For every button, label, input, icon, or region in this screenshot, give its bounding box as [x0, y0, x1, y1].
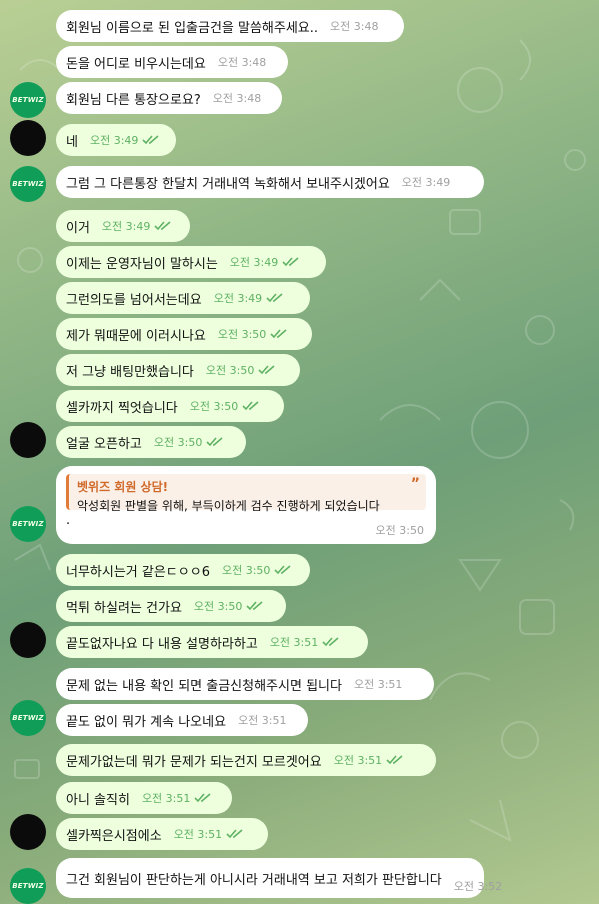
brand-logo-text: BETWIZ: [12, 96, 44, 104]
message-time: 오전 3:49: [401, 176, 451, 189]
message-time: 오전 3:51: [142, 790, 212, 806]
message-time: 오전 3:50: [218, 326, 288, 342]
user-avatar[interactable]: [10, 814, 46, 850]
read-checkmark-icon: [266, 293, 283, 303]
message-text: 이거: [66, 220, 90, 236]
message-text: 이제는 운영자님이 말하시는: [66, 256, 218, 272]
message-time: 오전 3:48: [330, 20, 379, 33]
user-avatar[interactable]: [10, 622, 46, 658]
message-time: 오전 3:50: [222, 562, 292, 578]
message-text: 저 그냥 배팅만했습니다: [66, 364, 194, 380]
brand-logo-text: BETWIZ: [12, 714, 44, 722]
message-bubble[interactable]: 얼굴 오픈하고 오전 3:50: [56, 426, 246, 458]
message-time: 오전 3:51: [174, 826, 244, 842]
message-text: 문제 없는 내용 확인 되면 출금신청해주시면 됩니다: [66, 678, 342, 694]
message-time: 오전 3:51: [353, 678, 403, 691]
message-text: 문제가없는데 뭐가 문제가 되는건지 모르겟어요: [66, 754, 322, 770]
message-text: 얼굴 오픈하고: [66, 436, 142, 452]
message-bubble[interactable]: 회원님 다른 통장으로요? 오전 3:48: [56, 82, 282, 114]
message-time: 오전 3:48: [217, 56, 267, 69]
support-avatar[interactable]: BETWIZ: [10, 868, 46, 904]
message-time: 오전 3:51: [270, 634, 340, 650]
read-checkmark-icon: [274, 565, 291, 575]
read-checkmark-icon: [142, 135, 159, 145]
quote-icon: ”: [410, 476, 420, 492]
message-time: 오전 3:50: [375, 524, 424, 537]
message-text: 아니 솔직히: [66, 792, 130, 808]
message-time: 오전 3:52: [453, 880, 503, 893]
read-checkmark-icon: [386, 755, 403, 765]
message-time: 오전 3:49: [90, 132, 160, 148]
message-bubble[interactable]: 제가 뭐때문에 이러시나요 오전 3:50: [56, 318, 312, 350]
message-bubble[interactable]: 먹튀 하실려는 건가요 오전 3:50: [56, 590, 286, 622]
message-text: 그런의도를 넘어서는데요: [66, 292, 202, 308]
message-time: 오전 3:50: [154, 434, 224, 450]
support-avatar[interactable]: BETWIZ: [10, 700, 46, 736]
quoted-message-bubble[interactable]: 벳위즈 회원 상담! 악성회원 판별을 위해, 부득이하게 검수 진행하게 되었…: [56, 466, 436, 544]
message-bubble[interactable]: 끝도 없이 뭐가 계속 나오네요 오전 3:51: [56, 704, 308, 736]
message-bubble[interactable]: 그런의도를 넘어서는데요 오전 3:49: [56, 282, 310, 314]
user-avatar[interactable]: [10, 422, 46, 458]
quote-block[interactable]: 벳위즈 회원 상담! 악성회원 판별을 위해, 부득이하게 검수 진행하게 되었…: [66, 474, 426, 513]
message-bubble[interactable]: 문제 없는 내용 확인 되면 출금신청해주시면 됩니다 오전 3:51: [56, 668, 434, 700]
read-checkmark-icon: [154, 221, 171, 231]
read-checkmark-icon: [258, 365, 275, 375]
support-avatar[interactable]: BETWIZ: [10, 82, 46, 118]
message-text: 먹튀 하실려는 건가요: [66, 600, 182, 616]
message-time: 오전 3:50: [206, 362, 276, 378]
message-bubble[interactable]: 이거 오전 3:49: [56, 210, 190, 242]
message-time: 오전 3:49: [102, 218, 172, 234]
quote-title: 벳위즈 회원 상담!: [77, 480, 169, 494]
read-checkmark-icon: [282, 257, 299, 267]
read-checkmark-icon: [246, 601, 263, 611]
message-time: 오전 3:50: [194, 598, 264, 614]
read-checkmark-icon: [226, 829, 243, 839]
message-text: 네: [66, 134, 78, 150]
read-checkmark-icon: [270, 329, 287, 339]
message-bubble[interactable]: 이제는 운영자님이 말하시는 오전 3:49: [56, 246, 326, 278]
message-time: 오전 3:49: [214, 290, 284, 306]
message-text: .: [66, 513, 71, 528]
message-time: 오전 3:48: [212, 92, 262, 105]
message-bubble[interactable]: 아니 솔직히 오전 3:51: [56, 782, 232, 814]
message-time: 오전 3:51: [238, 714, 287, 727]
brand-logo-text: BETWIZ: [12, 520, 44, 528]
read-checkmark-icon: [206, 437, 223, 447]
message-bubble[interactable]: 회원님 이름으로 된 입출금건을 말씀해주세요.. 오전 3:48: [56, 10, 404, 42]
message-time: 오전 3:50: [190, 398, 260, 414]
message-text: 돈을 어디로 비우시는데요: [66, 56, 206, 72]
support-avatar[interactable]: BETWIZ: [10, 506, 46, 542]
message-bubble[interactable]: 끝도없자나요 다 내용 설명하라하고 오전 3:51: [56, 626, 368, 658]
brand-logo-text: BETWIZ: [12, 882, 44, 890]
message-text: 그럼 그 다른통장 한달치 거래내역 녹화해서 보내주시겠어요: [66, 176, 390, 192]
message-bubble[interactable]: 네 오전 3:49: [56, 124, 176, 156]
chat-message-list[interactable]: 회원님 이름으로 된 입출금건을 말씀해주세요.. 오전 3:48 돈을 어디로…: [0, 0, 599, 904]
support-avatar[interactable]: BETWIZ: [10, 166, 46, 202]
message-bubble[interactable]: 저 그냥 배팅만했습니다 오전 3:50: [56, 354, 300, 386]
message-bubble[interactable]: 그건 회원님이 판단하는게 아니시라 거래내역 보고 저희가 판단합니다 오전 …: [56, 858, 502, 898]
message-bubble[interactable]: 셀카찍은시점에소 오전 3:51: [56, 818, 268, 850]
message-bubble[interactable]: 너무하시는거 같은ㄷㅇㅇ6 오전 3:50: [56, 554, 310, 586]
message-text: 셀카찍은시점에소: [66, 828, 162, 844]
quote-text: 악성회원 판별을 위해, 부득이하게 검수 진행하게 되었습니다: [77, 499, 380, 513]
message-text: 끝도 없이 뭐가 계속 나오네요: [66, 714, 227, 730]
read-checkmark-icon: [322, 637, 339, 647]
message-bubble[interactable]: 그럼 그 다른통장 한달치 거래내역 녹화해서 보내주시겠어요 오전 3:49: [56, 166, 484, 198]
message-bubble[interactable]: 문제가없는데 뭐가 문제가 되는건지 모르겟어요 오전 3:51: [56, 744, 436, 776]
message-time: 오전 3:51: [334, 752, 404, 768]
message-text: 너무하시는거 같은ㄷㅇㅇ6: [66, 564, 210, 580]
message-text: 제가 뭐때문에 이러시나요: [66, 328, 206, 344]
read-checkmark-icon: [242, 401, 259, 411]
message-text: 셀카까지 찍엇습니다: [66, 400, 178, 416]
message-text: 회원님 이름으로 된 입출금건을 말씀해주세요..: [66, 20, 319, 36]
message-bubble[interactable]: 돈을 어디로 비우시는데요 오전 3:48: [56, 46, 288, 78]
message-text: 끝도없자나요 다 내용 설명하라하고: [66, 636, 258, 652]
brand-logo-text: BETWIZ: [12, 180, 44, 188]
message-text: 그건 회원님이 판단하는게 아니시라 거래내역 보고 저희가 판단합니다: [66, 872, 442, 888]
message-bubble[interactable]: 셀카까지 찍엇습니다 오전 3:50: [56, 390, 284, 422]
read-checkmark-icon: [194, 793, 211, 803]
message-text: 회원님 다른 통장으로요?: [66, 92, 201, 108]
user-avatar[interactable]: [10, 120, 46, 156]
message-time: 오전 3:49: [230, 254, 300, 270]
